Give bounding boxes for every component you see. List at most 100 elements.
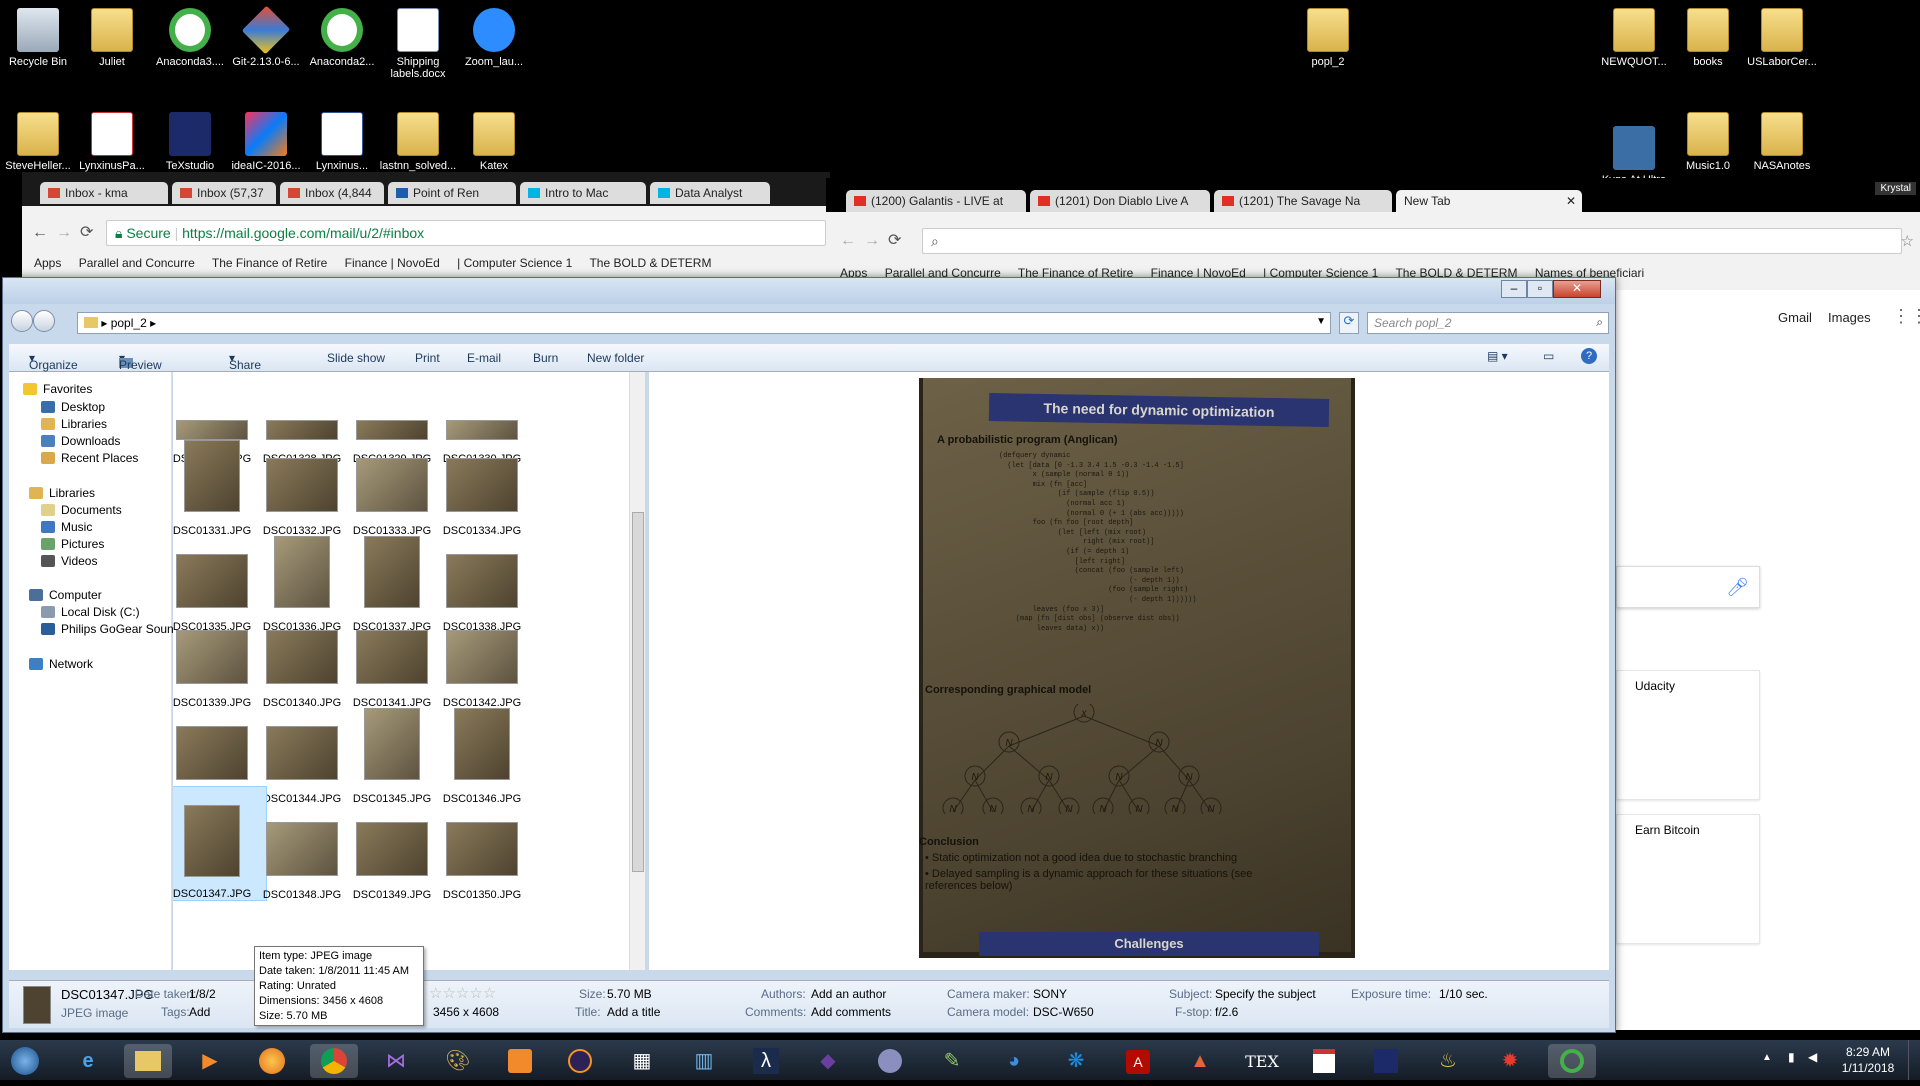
search-input[interactable]: Search popl_2 ⌕	[1367, 312, 1609, 334]
rating-stars[interactable]: ☆☆☆☆☆	[429, 984, 496, 1002]
taskbar-calendar[interactable]	[1300, 1044, 1348, 1078]
mic-icon[interactable]: 🎤︎	[1726, 577, 1749, 598]
apps-grid-icon[interactable]: ⋮⋮	[1892, 306, 1920, 327]
bookmark-finance-retire[interactable]: The Finance of Retire	[212, 256, 327, 270]
desktop-icon-shipping-labels[interactable]: Shipping labels.docx	[374, 8, 462, 80]
tab-youtube-galantis[interactable]: (1200) Galantis - LIVE at	[846, 190, 1026, 212]
address-bar[interactable]: 🔒︎ Secure | https://mail.google.com/mail…	[106, 220, 826, 246]
organize-button[interactable]: Organize ▾	[29, 351, 78, 372]
taskbar-anaconda[interactable]	[1548, 1044, 1596, 1078]
taskbar-firefox[interactable]	[248, 1044, 296, 1078]
taskbar-explorer[interactable]	[124, 1044, 172, 1078]
taskbar-ie[interactable]: e	[64, 1044, 112, 1078]
taskbar-winrar[interactable]: ▥	[680, 1044, 728, 1078]
bookmark-apps[interactable]: Apps	[34, 256, 61, 270]
taskbar-lambda[interactable]: λ	[742, 1044, 790, 1078]
taskbar-paint[interactable]: 🎨︎	[434, 1044, 482, 1078]
taskbar-lamp[interactable]: ♨	[1424, 1044, 1472, 1078]
desktop-icon-git[interactable]: Git-2.13.0-6...	[222, 5, 310, 68]
clock-date[interactable]: 1/11/2018	[1838, 1061, 1898, 1075]
detail-exposure[interactable]: 1/10 sec.	[1439, 987, 1488, 1001]
tray-show-hidden-icon[interactable]: ▲	[1762, 1052, 1772, 1063]
bookmark-bold[interactable]: The BOLD & DETERM	[589, 256, 711, 270]
star-icon[interactable]: ☆	[1901, 232, 1914, 250]
email-button[interactable]: E-mail	[467, 351, 501, 365]
taskbar-visual-studio[interactable]: ⋈	[372, 1044, 420, 1078]
taskbar-app-purple[interactable]: ◆	[804, 1044, 852, 1078]
scrollbar[interactable]	[629, 372, 645, 970]
nav-recent-places[interactable]: Recent Places	[41, 451, 138, 465]
tab-intro-to-mac[interactable]: Intro to Mac	[520, 182, 646, 204]
desktop-icon-popl2[interactable]: popl_2	[1284, 8, 1372, 68]
new-folder-button[interactable]: New folder	[587, 351, 644, 365]
preview-pane-icon[interactable]: ▭	[1543, 349, 1554, 363]
bookmark-parallel[interactable]: Parallel and Concurre	[79, 256, 195, 270]
bookmark-novoed[interactable]: Finance | NovoEd	[345, 256, 440, 270]
tab-new-tab[interactable]: New Tab ✕	[1396, 190, 1582, 212]
burn-button[interactable]: Burn	[533, 351, 558, 365]
nav-music[interactable]: Music	[41, 520, 92, 534]
tab-youtube-don-diablo[interactable]: (1201) Don Diablo Live A	[1030, 190, 1210, 212]
desktop-icon-zoom[interactable]: Zoom_lau...	[450, 8, 538, 68]
reload-icon[interactable]: ⟳	[80, 222, 93, 242]
desktop-icon-uslabor[interactable]: USLaborCer...	[1738, 8, 1826, 68]
detail-subject[interactable]: Specify the subject	[1215, 987, 1316, 1001]
desktop-icon-anaconda2[interactable]: Anaconda2...	[298, 8, 386, 68]
nav-downloads[interactable]: Downloads	[41, 434, 120, 448]
view-options-icon[interactable]: ▤ ▾	[1487, 349, 1508, 363]
desktop-icon-ideaic[interactable]: ideaIC-2016...	[222, 112, 310, 172]
tab-gmail-3[interactable]: Inbox (4,844	[280, 182, 384, 204]
back-icon[interactable]: ←	[840, 232, 856, 250]
desktop-icon-juliet[interactable]: Juliet	[68, 8, 156, 68]
desktop-icon-nasanotes[interactable]: NASAnotes	[1738, 112, 1826, 172]
slide-show-button[interactable]: Slide show	[327, 351, 385, 365]
search-box[interactable]: 🎤︎	[1616, 566, 1760, 608]
taskbar-butterfly[interactable]: ❋	[1052, 1044, 1100, 1078]
minimize-button[interactable]: ‒	[1501, 280, 1527, 298]
taskbar-eclipse2[interactable]	[866, 1044, 914, 1078]
tab-youtube-savage[interactable]: (1201) The Savage Na	[1214, 190, 1392, 212]
clock-time[interactable]: 8:29 AM	[1840, 1045, 1896, 1059]
tab-gmail-2[interactable]: Inbox (57,37	[172, 182, 276, 204]
address-bar[interactable]: ▸ popl_2 ▸ ▼	[77, 312, 1331, 334]
nav-local-disk[interactable]: Local Disk (C:)	[41, 605, 140, 619]
tab-data-analyst[interactable]: Data Analyst	[650, 182, 770, 204]
tab-gmail-1[interactable]: Inbox - kma	[40, 182, 168, 204]
tray-volume-icon[interactable]: ◀	[1808, 1050, 1817, 1064]
nav-computer[interactable]: Computer	[29, 588, 102, 602]
nav-network[interactable]: Network	[29, 657, 93, 671]
tray-network-icon[interactable]: ▮	[1788, 1050, 1795, 1064]
detail-tags[interactable]: Add	[189, 1005, 210, 1019]
nav-videos[interactable]: Videos	[41, 554, 97, 568]
preview-button[interactable]: Preview ▾	[119, 351, 162, 372]
taskbar-eclipse[interactable]	[556, 1044, 604, 1078]
desktop-icon-texstudio[interactable]: TeXstudio	[146, 112, 234, 172]
taskbar-app-circle[interactable]: ◕	[990, 1044, 1038, 1078]
back-button[interactable]	[11, 310, 33, 332]
taskbar-texstudio[interactable]	[1362, 1044, 1410, 1078]
address-bar[interactable]: ⌕	[922, 228, 1902, 254]
share-with-button[interactable]: Share with ▾	[229, 351, 261, 386]
back-icon[interactable]: ←	[32, 224, 48, 242]
tab-point-of-ren[interactable]: Point of Ren	[388, 182, 516, 204]
desktop-icon-katex[interactable]: Katex	[450, 112, 538, 172]
detail-date-taken[interactable]: 1/8/2	[189, 987, 216, 1001]
scrollbar-thumb[interactable]	[632, 512, 644, 872]
taskbar-app-red[interactable]: ✹	[1486, 1044, 1534, 1078]
close-button[interactable]: ✕	[1553, 280, 1601, 298]
forward-icon[interactable]: →	[864, 232, 880, 250]
refresh-button[interactable]: ⟳	[1339, 312, 1359, 334]
taskbar-notepad[interactable]: ✎	[928, 1044, 976, 1078]
close-icon[interactable]: ✕	[1566, 194, 1576, 208]
taskbar-calculator[interactable]: ▦	[618, 1044, 666, 1078]
detail-authors[interactable]: Add an author	[811, 987, 886, 1001]
reload-icon[interactable]: ⟳	[888, 230, 901, 250]
taskbar-media-player[interactable]: ▶	[186, 1044, 234, 1078]
taskbar-sublime[interactable]	[496, 1044, 544, 1078]
start-button[interactable]	[2, 1044, 48, 1078]
show-desktop-button[interactable]	[1908, 1040, 1920, 1080]
detail-title[interactable]: Add a title	[607, 1005, 660, 1019]
nav-desktop[interactable]: Desktop	[41, 400, 105, 414]
nav-libraries-fav[interactable]: Libraries	[41, 417, 107, 431]
images-link[interactable]: Images	[1828, 310, 1871, 325]
